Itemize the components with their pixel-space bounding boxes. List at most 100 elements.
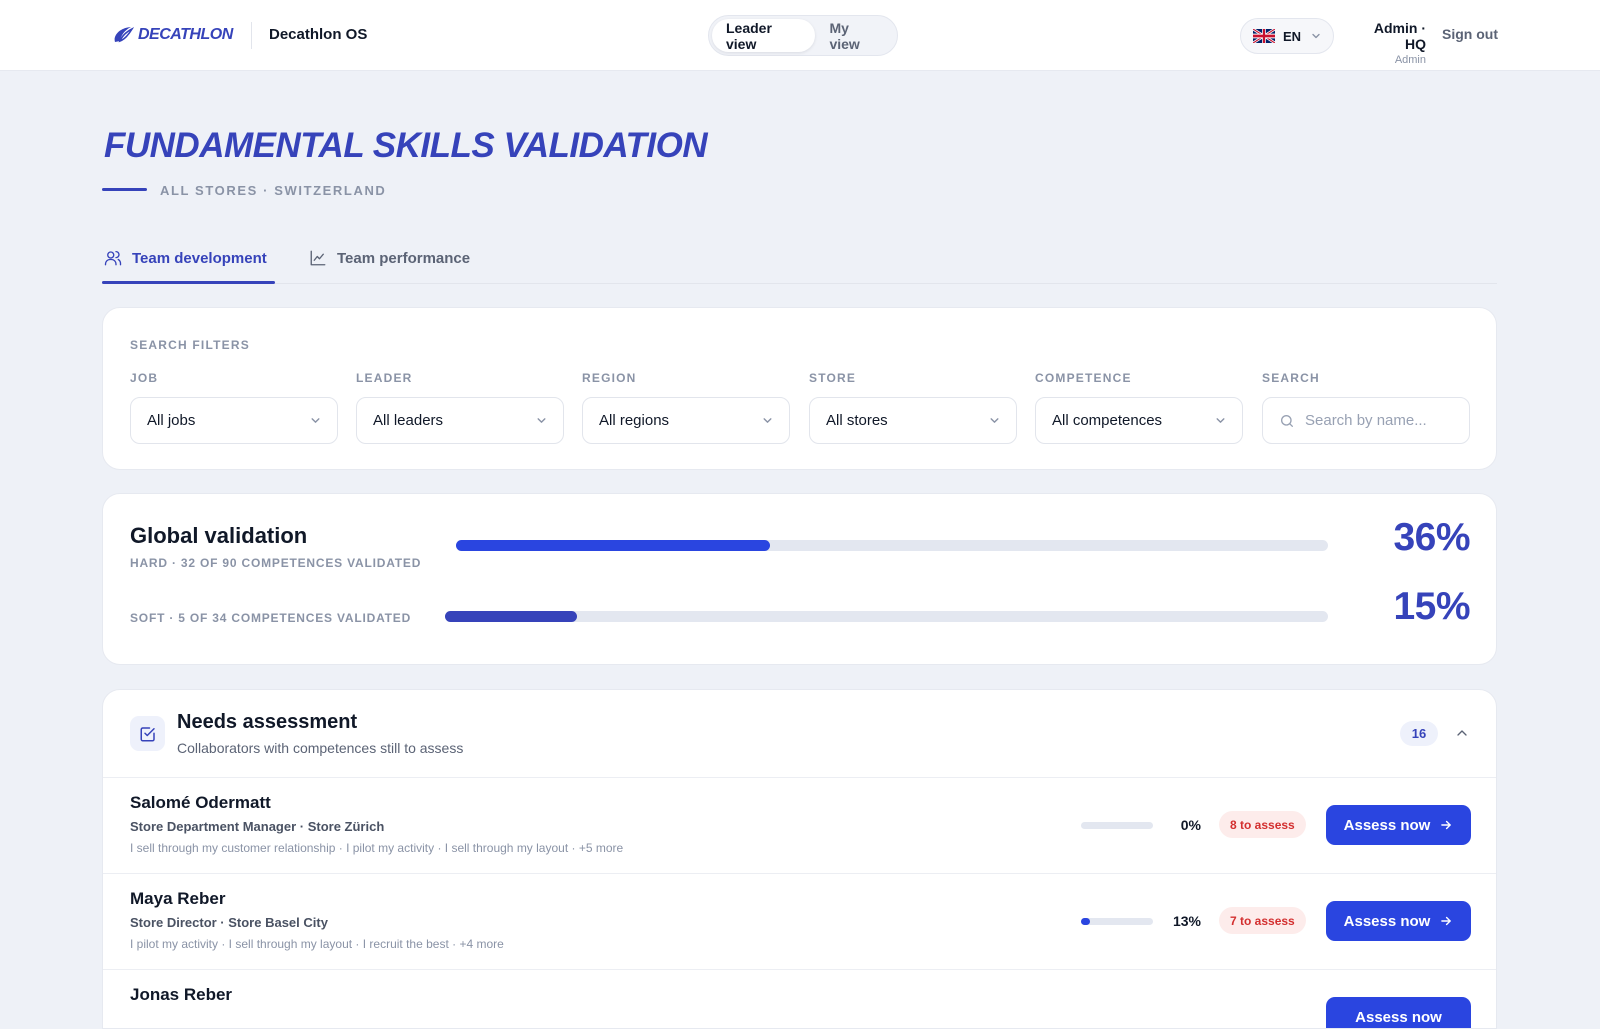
global-validation-card: Global validation HARD · 32 OF 90 COMPET… [102, 493, 1497, 665]
header-divider [251, 22, 252, 49]
collaborator-name: Maya Reber [130, 889, 226, 908]
assess-now-button[interactable]: Assess now [1326, 901, 1471, 941]
to-assess-badge: 7 to assess [1219, 907, 1306, 934]
assess-now-label: Assess now [1343, 816, 1431, 834]
leader-select[interactable]: All leaders [356, 397, 564, 444]
assess-now-label: Assess now [1355, 1008, 1442, 1026]
brand-logo[interactable]: DECATHLON [112, 24, 233, 46]
region-filter: REGION All regions [582, 371, 790, 444]
arrow-right-icon [1441, 820, 1452, 830]
arrow-right-icon [1441, 916, 1452, 926]
collaborator-job: Store Department Manager · Store Zürich [130, 819, 385, 834]
table-row: Maya Reber Store Director · Store Basel … [103, 873, 1496, 969]
needs-assessment-card: Needs assessment Collaborators with comp… [102, 689, 1497, 1029]
competence-filter-label: COMPETENCE [1035, 371, 1132, 385]
job-filter: JOB All jobs [130, 371, 338, 444]
brand-wordmark: DECATHLON [138, 26, 233, 43]
job-filter-label: JOB [130, 371, 159, 385]
decathlon-swoosh-icon [114, 27, 134, 43]
line-chart-icon [310, 250, 326, 266]
app-name: Decathlon OS [269, 26, 368, 43]
page-title: FUNDAMENTAL SKILLS VALIDATION [104, 126, 708, 165]
uk-flag-icon [1253, 29, 1275, 43]
store-filter-label: STORE [809, 371, 857, 385]
tab-team-performance-label: Team performance [337, 249, 471, 267]
sign-out-link[interactable]: Sign out [1442, 26, 1498, 42]
collaborator-name: Salomé Odermatt [130, 793, 271, 812]
search-placeholder: Search by name... [1305, 412, 1427, 429]
region-filter-label: REGION [582, 371, 637, 385]
needs-assessment-title: Needs assessment [177, 711, 358, 733]
collaborator-percent: 13% [1172, 913, 1201, 929]
competence-select[interactable]: All competences [1035, 397, 1243, 444]
language-selector[interactable]: EN [1240, 18, 1334, 54]
my-view-toggle[interactable]: My view [815, 19, 894, 52]
global-validation-title: Global validation [130, 523, 308, 548]
view-toggle: Leader view My view [708, 15, 898, 56]
store-filter: STORE All stores [809, 371, 1017, 444]
leader-filter-label: LEADER [356, 371, 413, 385]
chevron-down-icon [1312, 33, 1320, 39]
chevron-up-icon[interactable] [1454, 725, 1470, 741]
tab-bar: Team development Team performance [102, 232, 1497, 284]
chevron-down-icon [1216, 418, 1225, 423]
soft-progress-fill [445, 611, 578, 622]
tab-team-development-label: Team development [132, 249, 267, 267]
soft-progress-bar [445, 611, 1328, 622]
to-assess-badge: 8 to assess [1219, 811, 1306, 838]
soft-percent: 15% [1393, 585, 1470, 628]
store-select[interactable]: All stores [809, 397, 1017, 444]
needs-assessment-count-badge: 16 [1400, 721, 1438, 746]
search-icon [1281, 414, 1293, 427]
leader-select-value: All leaders [373, 412, 444, 429]
title-accent-line [102, 188, 147, 191]
search-input[interactable]: Search by name... [1262, 397, 1470, 444]
job-select-value: All jobs [147, 412, 196, 429]
search-filter-label: SEARCH [1262, 371, 1320, 385]
soft-competences-caption: SOFT · 5 OF 34 COMPETENCES VALIDATED [130, 611, 412, 625]
active-tab-indicator [102, 281, 275, 284]
collaborator-progress-bar [1081, 822, 1153, 829]
job-select[interactable]: All jobs [130, 397, 338, 444]
collaborator-progress-fill [1081, 918, 1091, 925]
language-code: EN [1283, 28, 1302, 44]
collaborator-name: Jonas Reber [130, 985, 233, 1004]
collaborator-competences: I pilot my activity · I sell through my … [130, 937, 504, 951]
hard-progress-bar [456, 540, 1328, 551]
chevron-down-icon [311, 418, 320, 423]
region-select[interactable]: All regions [582, 397, 790, 444]
hard-percent: 36% [1393, 516, 1470, 559]
search-filters-card: SEARCH FILTERS JOB All jobs LEADER All l… [102, 307, 1497, 470]
chevron-down-icon [990, 418, 999, 423]
competence-select-value: All competences [1052, 412, 1163, 429]
table-row: Jonas Reber Assess now [103, 969, 1496, 1028]
hard-progress-fill [456, 540, 770, 551]
collaborator-percent: 0% [1180, 817, 1201, 833]
assess-now-label: Assess now [1343, 912, 1431, 930]
top-bar: DECATHLON Decathlon OS Leader view My vi… [0, 0, 1600, 71]
tab-team-performance[interactable]: Team performance [309, 238, 470, 278]
assess-now-button[interactable]: Assess now [1326, 805, 1471, 845]
chevron-down-icon [537, 418, 546, 423]
user-role: Admin [1394, 54, 1426, 66]
collaborator-competences: I sell through my customer relationship … [130, 841, 624, 855]
search-filter: SEARCH Search by name... [1262, 371, 1470, 444]
search-filters-label: SEARCH FILTERS [130, 338, 250, 352]
users-icon [104, 250, 122, 266]
user-name: Admin · HQ [1373, 20, 1426, 52]
leader-view-toggle[interactable]: Leader view [712, 19, 816, 52]
competence-filter: COMPETENCE All competences [1035, 371, 1243, 444]
leader-filter: LEADER All leaders [356, 371, 564, 444]
tab-team-development[interactable]: Team development [104, 238, 267, 278]
needs-assessment-subtitle: Collaborators with competences still to … [177, 740, 464, 756]
collaborator-job: Store Director · Store Basel City [130, 915, 328, 930]
user-info: Admin · HQ Admin [1350, 20, 1426, 66]
page-subtitle: ALL STORES · SWITZERLAND [160, 183, 387, 198]
collaborator-progress-bar [1081, 918, 1153, 925]
assess-now-button[interactable]: Assess now [1326, 997, 1471, 1028]
hard-competences-caption: HARD · 32 OF 90 COMPETENCES VALIDATED [130, 556, 422, 570]
table-row: Salomé Odermatt Store Department Manager… [103, 777, 1496, 873]
region-select-value: All regions [599, 412, 670, 429]
store-select-value: All stores [826, 412, 888, 429]
chevron-down-icon [763, 418, 772, 423]
